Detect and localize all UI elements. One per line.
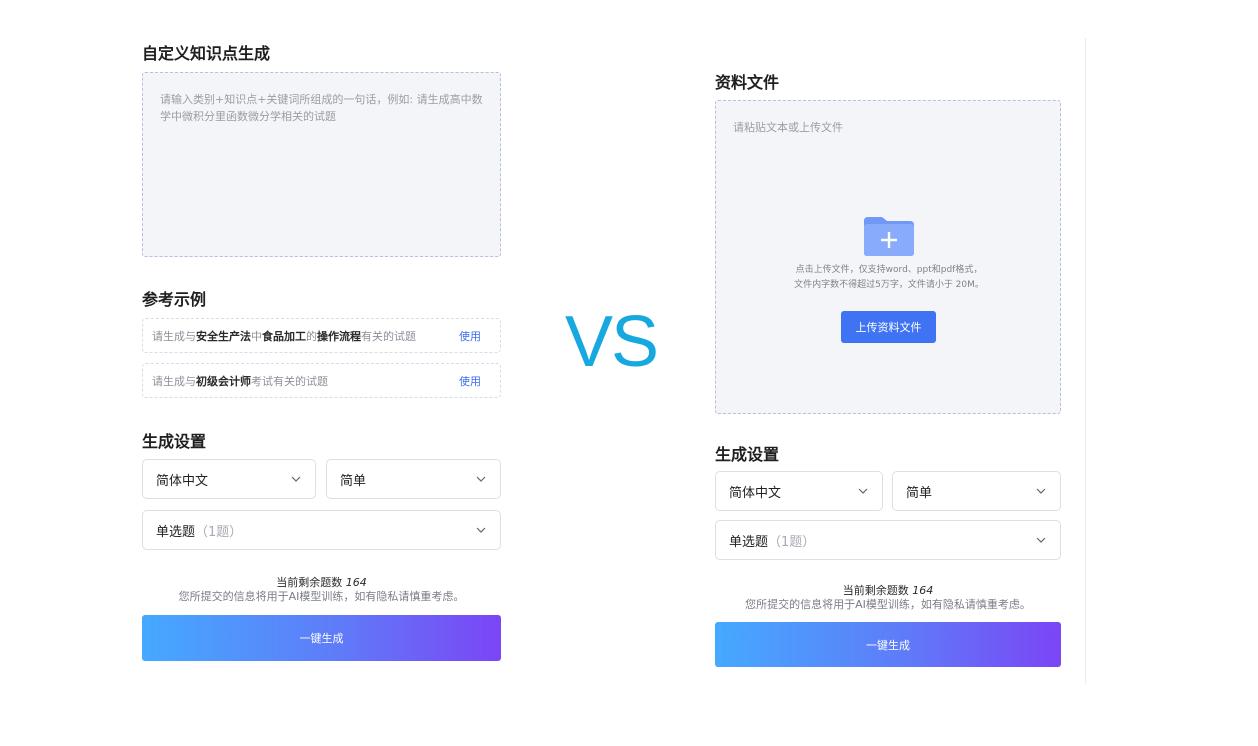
generate-button[interactable]: 一键生成 <box>142 615 501 661</box>
upload-file-button[interactable]: 上传资料文件 <box>841 311 936 343</box>
question-type-select[interactable]: 单选题（1题） <box>142 510 501 550</box>
generate-button[interactable]: 一键生成 <box>715 622 1061 667</box>
difficulty-select[interactable]: 简单 <box>326 459 501 499</box>
use-example-button[interactable]: 使用 <box>459 328 481 344</box>
difficulty-value: 简单 <box>906 485 933 501</box>
chevron-down-icon <box>291 476 301 482</box>
difficulty-value: 简单 <box>340 473 367 489</box>
privacy-notice: 您所提交的信息将用于AI模型训练，如有隐私请慎重考虑。 <box>745 598 1031 611</box>
language-select[interactable]: 简体中文 <box>715 471 883 511</box>
chevron-down-icon <box>858 488 868 494</box>
document-upload-panel: 资料文件 请粘贴文本或上传文件 点击上传文件，仅支持word、ppt和pdf格式… <box>695 38 1086 684</box>
question-type-value: 单选题（1题） <box>729 534 816 550</box>
language-value: 简体中文 <box>156 473 209 489</box>
section-title: 资料文件 <box>715 73 780 92</box>
settings-title: 生成设置 <box>142 432 207 451</box>
knowledge-input[interactable]: 请输入类别+知识点+关键词所组成的一句话，例如: 请生成高中数学中微积分里函数微… <box>142 72 501 257</box>
remaining-count: 当前剩余题数 164 <box>276 576 367 589</box>
vs-label: VS <box>565 302 659 382</box>
example-row[interactable]: 请生成与初级会计师考试有关的试题 使用 <box>142 363 501 398</box>
chevron-down-icon <box>476 527 486 533</box>
question-type-select[interactable]: 单选题（1题） <box>715 520 1061 560</box>
upload-hint: 点击上传文件，仅支持word、ppt和pdf格式，文件内字数不得超过5万字，文件… <box>794 265 984 290</box>
example-row[interactable]: 请生成与安全生产法中食品加工的操作流程有关的试题 使用 <box>142 318 501 353</box>
custom-knowledge-panel: 自定义知识点生成 请输入类别+知识点+关键词所组成的一句话，例如: 请生成高中数… <box>142 36 501 676</box>
knowledge-input-placeholder: 请输入类别+知识点+关键词所组成的一句话，例如: 请生成高中数学中微积分里函数微… <box>160 93 483 123</box>
privacy-notice: 您所提交的信息将用于AI模型训练，如有隐私请慎重考虑。 <box>178 590 465 603</box>
example-text: 请生成与安全生产法中食品加工的操作流程有关的试题 <box>152 329 416 343</box>
section-title: 自定义知识点生成 <box>142 44 271 63</box>
chevron-down-icon <box>1036 488 1046 494</box>
use-example-button[interactable]: 使用 <box>459 373 481 389</box>
quota-notice: 当前剩余题数 164 您所提交的信息将用于AI模型训练，如有隐私请慎重考虑。 <box>715 584 1061 612</box>
difficulty-select[interactable]: 简单 <box>892 471 1061 511</box>
language-value: 简体中文 <box>729 485 782 501</box>
example-text: 请生成与初级会计师考试有关的试题 <box>152 374 328 388</box>
chevron-down-icon <box>476 476 486 482</box>
quota-notice: 当前剩余题数 164 您所提交的信息将用于AI模型训练，如有隐私请慎重考虑。 <box>142 576 501 604</box>
remaining-count: 当前剩余题数 164 <box>842 584 934 597</box>
settings-title: 生成设置 <box>715 445 780 464</box>
folder-add-icon <box>864 217 914 256</box>
chevron-down-icon <box>1036 537 1046 543</box>
examples-title: 参考示例 <box>142 290 207 309</box>
question-type-value: 单选题（1题） <box>156 524 243 540</box>
document-input-placeholder: 请粘贴文本或上传文件 <box>733 121 843 134</box>
document-input[interactable]: 请粘贴文本或上传文件 点击上传文件，仅支持word、ppt和pdf格式，文件内字… <box>715 100 1061 414</box>
language-select[interactable]: 简体中文 <box>142 459 316 499</box>
